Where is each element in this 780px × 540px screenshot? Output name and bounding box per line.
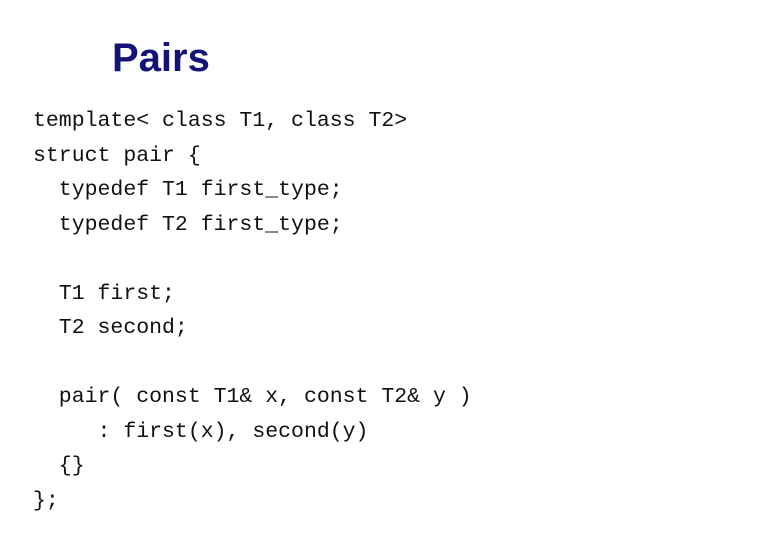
code-line-constructor-body: {} xyxy=(33,454,85,478)
slide-title: Pairs xyxy=(112,36,210,80)
code-line-typedef-second: typedef T2 first_type; xyxy=(33,212,343,237)
code-line-initializer-list: : first(x), second(y) xyxy=(33,419,369,444)
code-line-member-second: T2 second; xyxy=(33,316,188,340)
code-line-struct-close: }; xyxy=(33,488,59,513)
code-line-struct-declaration: struct pair { xyxy=(33,143,201,168)
code-line-typedef-first: typedef T1 first_type; xyxy=(33,178,343,202)
code-line-constructor-signature: pair( const T1& x, const T2& y ) xyxy=(33,385,472,409)
code-line-template-header: template< class T1, class T2> xyxy=(33,109,408,133)
code-block: template< class T1, class T2> struct pai… xyxy=(33,104,472,518)
code-line-member-first: T1 first; xyxy=(33,281,175,306)
